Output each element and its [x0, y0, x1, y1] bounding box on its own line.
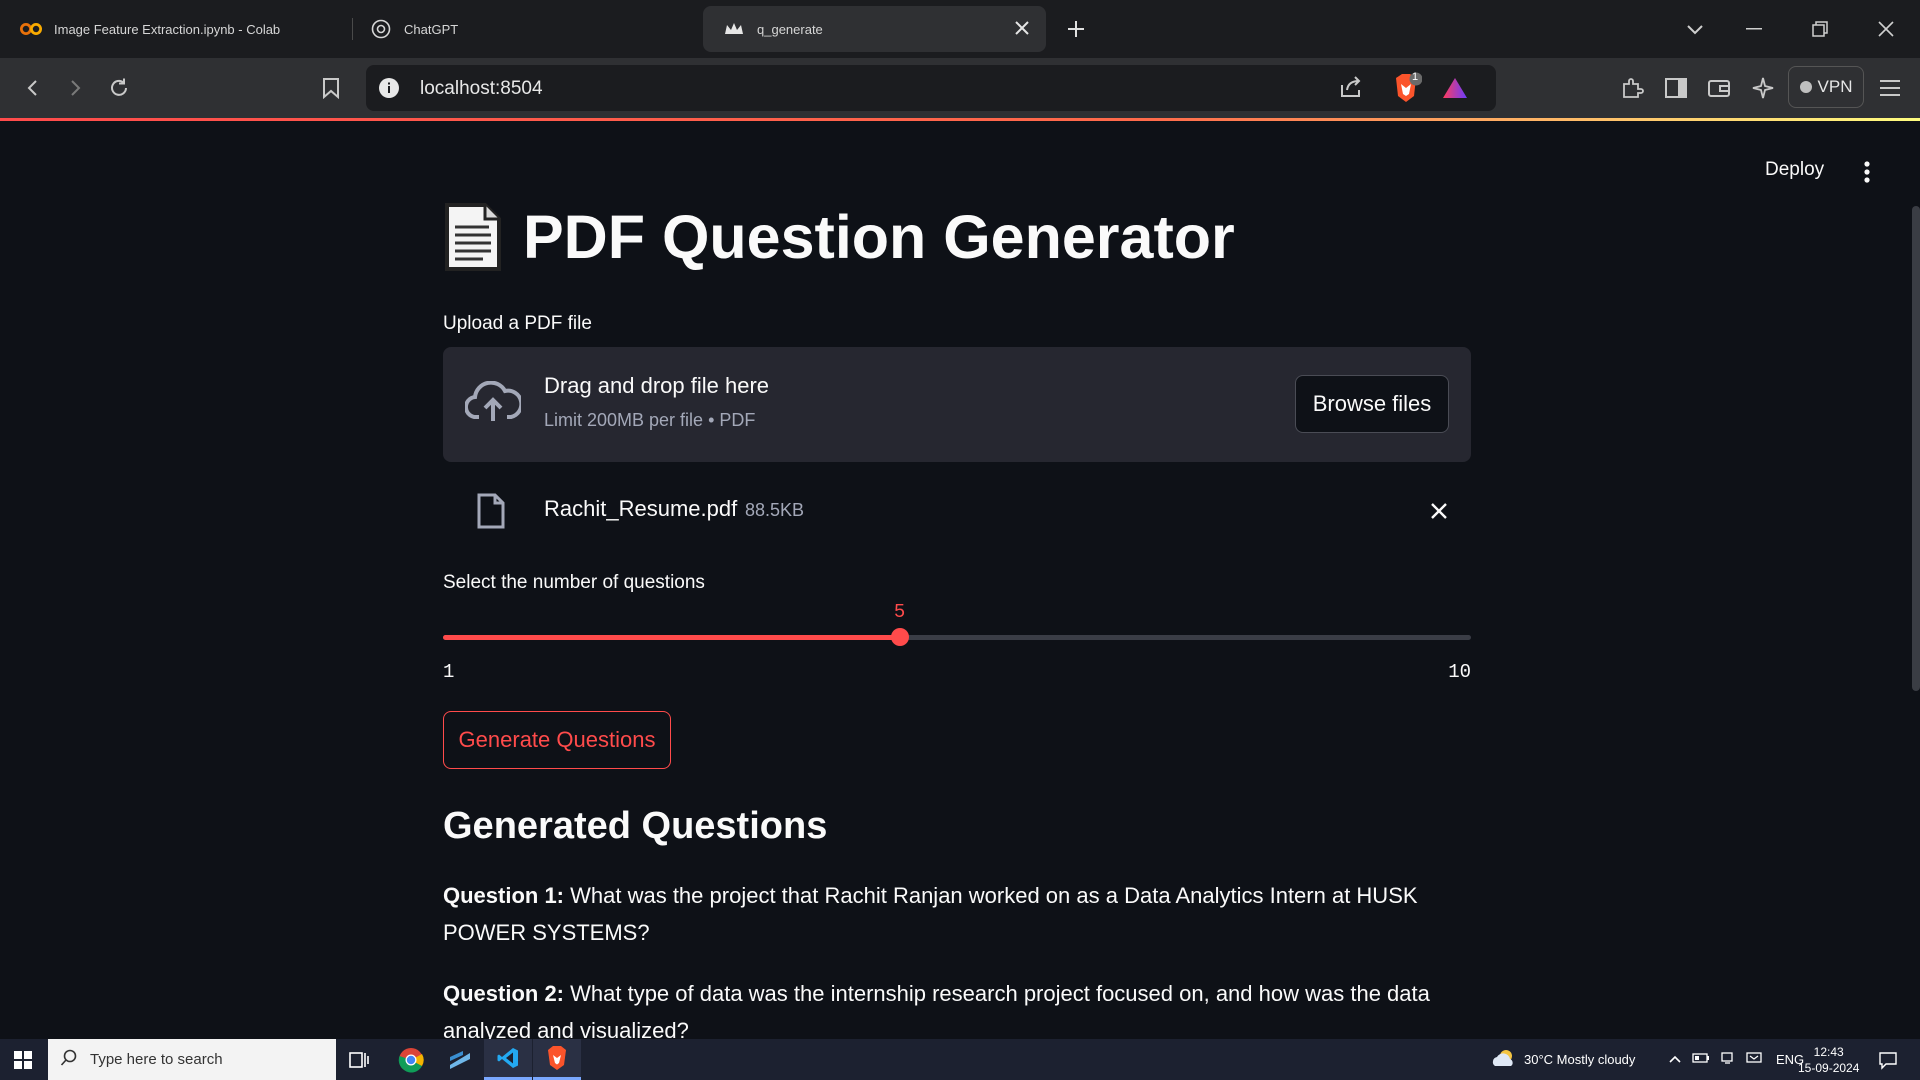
wallet-icon[interactable] — [1701, 70, 1737, 106]
slider-max-label: 10 — [1448, 661, 1471, 683]
tab-title: ChatGPT — [404, 21, 459, 37]
question-item: Question 2: What type of data was the in… — [443, 975, 1471, 1049]
search-icon — [60, 1049, 78, 1071]
question-label: Question 1: — [443, 883, 565, 908]
weather-text: 30°C Mostly cloudy — [1524, 1052, 1636, 1067]
tab-chatgpt[interactable]: ChatGPT — [370, 6, 700, 52]
menu-icon[interactable] — [1872, 70, 1908, 106]
question-count-slider[interactable] — [443, 628, 1471, 646]
question-text: What type of data was the internship res… — [443, 981, 1430, 1043]
brave-badge: 1 — [1412, 71, 1419, 83]
tab-q-generate[interactable]: q_generate — [703, 6, 1046, 52]
task-view-icon[interactable] — [335, 1039, 383, 1080]
slider-current-value: 5 — [893, 601, 906, 623]
minimize-icon[interactable] — [1726, 0, 1782, 58]
network-icon[interactable] — [1720, 1051, 1736, 1068]
more-options-icon[interactable] — [1852, 157, 1882, 187]
taskbar-search-input[interactable]: Type here to search — [48, 1039, 336, 1080]
search-placeholder: Type here to search — [90, 1051, 223, 1068]
sidebar-icon[interactable] — [1658, 70, 1694, 106]
battery-icon[interactable] — [1692, 1052, 1710, 1067]
chatgpt-icon — [370, 18, 392, 40]
browser-tab-bar: Image Feature Extraction.ipynb - Colab C… — [0, 0, 1920, 58]
brave-taskbar-icon[interactable] — [533, 1039, 581, 1080]
page-scrollbar[interactable] — [1912, 206, 1920, 691]
vpn-status-icon — [1799, 81, 1812, 93]
vpn-button[interactable]: VPN — [1788, 66, 1864, 108]
notification-icon[interactable] — [1878, 1039, 1898, 1080]
weather-widget[interactable]: 30°C Mostly cloudy — [1490, 1039, 1635, 1080]
windows-start-icon[interactable] — [10, 1047, 36, 1073]
tab-title: q_generate — [757, 21, 823, 37]
clock-time: 12:43 — [1813, 1044, 1844, 1059]
cloudy-weather-icon — [1490, 1048, 1516, 1071]
close-window-icon[interactable] — [1858, 0, 1914, 58]
generated-questions-heading: Generated Questions — [443, 805, 828, 847]
remove-file-icon[interactable] — [1421, 493, 1457, 529]
slider-fill — [443, 635, 900, 640]
bookmark-icon[interactable] — [313, 70, 349, 106]
tab-title: Image Feature Extraction.ipynb - Colab — [54, 21, 281, 37]
question-text: What was the project that Rachit Ranjan … — [443, 883, 1418, 945]
question-label: Question 2: — [443, 981, 565, 1006]
back-icon[interactable] — [15, 70, 51, 106]
page-facing-up-icon — [443, 201, 503, 273]
dropzone-title: Drag and drop file here — [544, 373, 770, 398]
generate-questions-button[interactable]: Generate Questions — [443, 711, 671, 769]
new-tab-icon[interactable] — [1058, 11, 1094, 47]
slider-label: Select the number of questions — [443, 572, 705, 593]
tab-search-chevron-icon[interactable] — [1667, 0, 1723, 58]
page-title-text: PDF Question Generator — [523, 203, 1235, 271]
browse-files-button[interactable]: Browse files — [1295, 375, 1449, 433]
vscode-icon[interactable] — [484, 1039, 532, 1080]
extensions-icon[interactable] — [1614, 70, 1650, 106]
tab-separator — [352, 18, 353, 40]
uploaded-file-name: Rachit_Resume.pdf — [544, 496, 738, 521]
vpn-label: VPN — [1817, 77, 1853, 96]
clock-date: 15-09-2024 — [1798, 1060, 1860, 1075]
brave-rewards-icon[interactable] — [1441, 76, 1469, 105]
file-dropzone[interactable]: Drag and drop file here Limit 200MB per … — [443, 347, 1471, 462]
tray-chevron-icon[interactable] — [1668, 1052, 1682, 1067]
uploaded-file-size: 88.5KB — [745, 500, 805, 520]
leo-ai-icon[interactable] — [1745, 70, 1781, 106]
cloud-upload-icon — [464, 380, 524, 428]
address-bar[interactable]: localhost:8504 1 — [366, 65, 1496, 111]
clock[interactable]: 12:43 15-09-2024 — [1798, 1039, 1859, 1080]
close-tab-icon[interactable] — [1012, 18, 1032, 41]
colab-icon — [20, 18, 42, 40]
file-icon — [476, 492, 506, 535]
deploy-button[interactable]: Deploy — [1765, 159, 1824, 181]
share-icon[interactable] — [1339, 75, 1363, 104]
tab-colab[interactable]: Image Feature Extraction.ipynb - Colab — [20, 6, 350, 52]
reload-icon[interactable] — [101, 70, 137, 106]
brave-shields-icon[interactable]: 1 — [1392, 71, 1423, 109]
app-launcher-icon[interactable] — [436, 1039, 484, 1080]
question-item: Question 1: What was the project that Ra… — [443, 877, 1471, 951]
url-text: localhost:8504 — [420, 78, 543, 99]
forward-icon[interactable] — [57, 70, 93, 106]
restore-icon[interactable] — [1792, 0, 1848, 58]
display-icon[interactable] — [1746, 1051, 1762, 1068]
site-info-icon[interactable] — [378, 77, 400, 104]
upload-label: Upload a PDF file — [443, 313, 592, 334]
page-title: PDF Question Generator — [443, 201, 1235, 273]
uploaded-file-row: Rachit_Resume.pdf 88.5KB — [443, 481, 1471, 541]
dropzone-limit: Limit 200MB per file • PDF — [544, 410, 756, 430]
system-tray: ENG — [1668, 1039, 1804, 1080]
windows-taskbar: Type here to search 30°C Mostly cloudy E… — [0, 1039, 1920, 1080]
chrome-icon[interactable] — [387, 1039, 435, 1080]
streamlit-crown-icon — [723, 18, 745, 40]
slider-min-label: 1 — [443, 661, 455, 683]
browser-toolbar: localhost:8504 1 VPN — [0, 58, 1920, 118]
slider-thumb[interactable] — [890, 628, 909, 646]
streamlit-app: Deploy PDF Question Generator Upload a P… — [0, 121, 1920, 1043]
